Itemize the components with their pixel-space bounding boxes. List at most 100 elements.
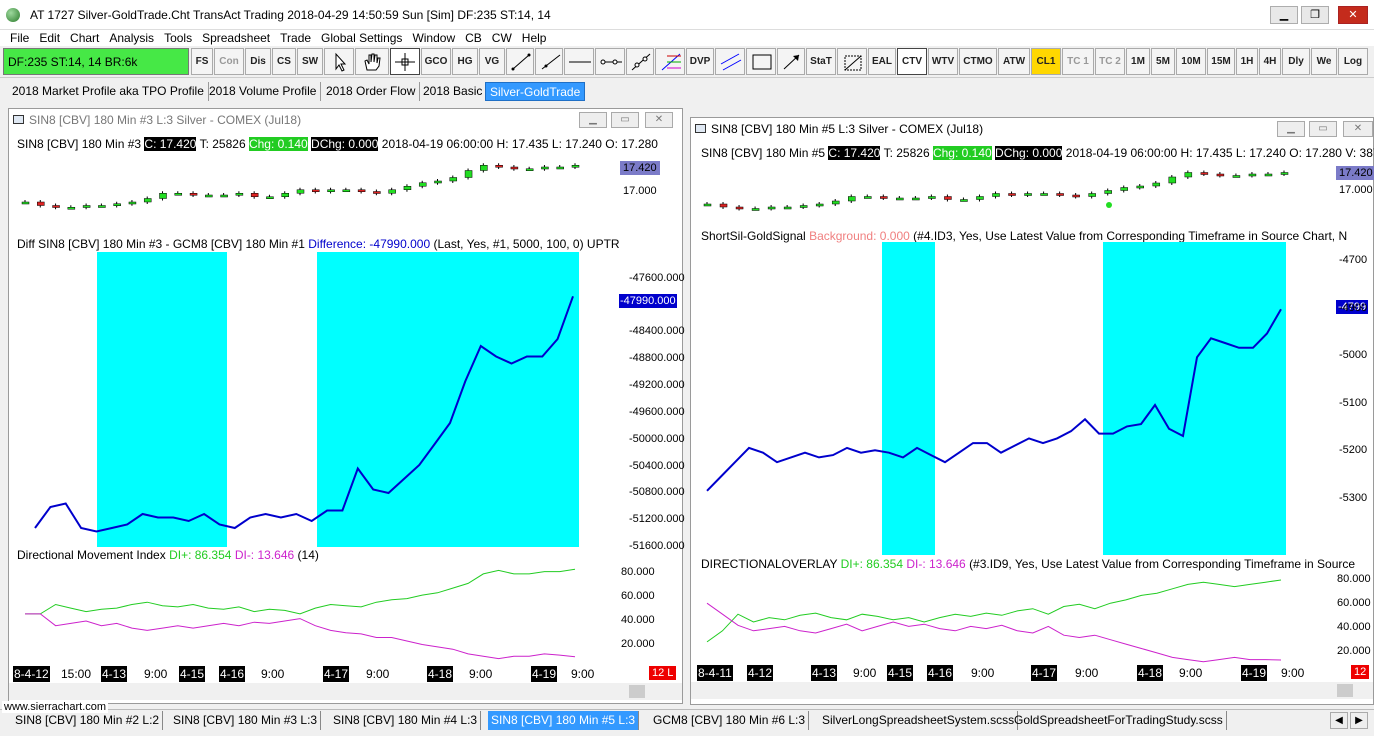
candle-body bbox=[992, 193, 1000, 197]
tool-cl1[interactable]: CL1 bbox=[1031, 48, 1061, 75]
tool-dly[interactable]: Dly bbox=[1282, 48, 1310, 75]
left-chart-window[interactable]: SIN8 [CBV] 180 Min #3 L:3 Silver - COMEX… bbox=[8, 108, 685, 704]
tool-4h[interactable]: 4H bbox=[1259, 48, 1281, 75]
menu-global-settings[interactable]: Global Settings bbox=[316, 30, 407, 46]
right-horizontal-scrollbar[interactable] bbox=[691, 682, 1373, 699]
left-chart-titlebar: SIN8 [CBV] 180 Min #3 L:3 Silver - COMEX… bbox=[9, 109, 682, 131]
right-scroll-thumb[interactable] bbox=[1337, 684, 1353, 697]
menu-chart[interactable]: Chart bbox=[65, 30, 104, 46]
menu-cb[interactable]: CB bbox=[460, 30, 487, 46]
measure-icon[interactable] bbox=[837, 48, 867, 75]
tool-dis[interactable]: Dis bbox=[245, 48, 271, 75]
tool-tc1[interactable]: TC 1 bbox=[1062, 48, 1094, 75]
tab-scroll-left-icon[interactable]: ◀ bbox=[1330, 712, 1348, 729]
arrow-icon[interactable] bbox=[777, 48, 805, 75]
fib-icon[interactable] bbox=[655, 48, 685, 75]
tab-silver-goldtrade[interactable]: Silver-GoldTrade bbox=[485, 82, 586, 101]
tool-ctmo[interactable]: CTMO bbox=[959, 48, 997, 75]
left-dmi-chart bbox=[25, 568, 576, 660]
tab-scroll-right-icon[interactable]: ▶ bbox=[1350, 712, 1368, 729]
btab-chart-6[interactable]: GCM8 [CBV] 180 Min #6 L:3 bbox=[650, 711, 810, 730]
candle-body bbox=[113, 203, 121, 206]
right-close-button[interactable]: ✕ bbox=[1343, 121, 1373, 137]
right-maximize-button[interactable]: ▭ bbox=[1309, 121, 1337, 137]
candle-body bbox=[864, 196, 872, 199]
menu-spreadsheet[interactable]: Spreadsheet bbox=[197, 30, 275, 46]
tool-1h[interactable]: 1H bbox=[1236, 48, 1258, 75]
left-chart-title: SIN8 [CBV] 180 Min #3 L:3 Silver - COMEX… bbox=[29, 113, 302, 127]
menu-analysis[interactable]: Analysis bbox=[104, 30, 159, 46]
tool-10m[interactable]: 10M bbox=[1176, 48, 1206, 75]
btab-chart-5[interactable]: SIN8 [CBV] 180 Min #5 L:3 bbox=[488, 711, 640, 730]
y-axis-tick: -5100 bbox=[1339, 396, 1368, 409]
btab-chart-4[interactable]: SIN8 [CBV] 180 Min #4 L:3 bbox=[330, 711, 482, 730]
candle-body bbox=[1104, 190, 1112, 194]
tool-fs[interactable]: FS bbox=[191, 48, 213, 75]
tab-order-flow[interactable]: 2018 Order Flow bbox=[322, 82, 421, 101]
tool-we[interactable]: We bbox=[1311, 48, 1337, 75]
btab-chart-2[interactable]: SIN8 [CBV] 180 Min #2 L:2 bbox=[12, 711, 164, 730]
status-box: DF:235 ST:14, 14 BR:6k bbox=[3, 48, 189, 75]
tool-gco[interactable]: GCO bbox=[421, 48, 451, 75]
crosshair-icon[interactable] bbox=[390, 48, 420, 75]
candle-body bbox=[815, 203, 824, 207]
tool-eal[interactable]: EAL bbox=[868, 48, 896, 75]
right-candlestick-chart bbox=[703, 170, 1289, 211]
parallel-lines-icon[interactable] bbox=[715, 48, 745, 75]
menu-edit[interactable]: Edit bbox=[34, 30, 65, 46]
horizontal-ray-icon[interactable] bbox=[595, 48, 625, 75]
hand-icon[interactable] bbox=[355, 48, 389, 75]
left-close-button[interactable]: ✕ bbox=[645, 112, 673, 128]
menu-help[interactable]: Help bbox=[517, 30, 552, 46]
tool-dvp[interactable]: DVP bbox=[686, 48, 714, 75]
minimize-button[interactable]: ▁ bbox=[1270, 6, 1298, 24]
left-difference-chart bbox=[34, 252, 579, 547]
tool-vg[interactable]: VG bbox=[479, 48, 505, 75]
tool-cs[interactable]: CS bbox=[272, 48, 296, 75]
menu-tools[interactable]: Tools bbox=[159, 30, 197, 46]
close-value: C: 17.420 bbox=[828, 146, 881, 160]
menu-cw[interactable]: CW bbox=[487, 30, 517, 46]
left-horizontal-scrollbar[interactable] bbox=[9, 683, 682, 700]
x-axis-tick: 9:00 bbox=[1281, 666, 1305, 680]
tool-log[interactable]: Log bbox=[1338, 48, 1368, 75]
left-diff-last: -47990.000 bbox=[619, 294, 677, 308]
extended-line-icon[interactable] bbox=[626, 48, 654, 75]
y-axis-tick: -48400.000 bbox=[629, 325, 685, 337]
restore-button[interactable]: ❐ bbox=[1301, 6, 1329, 24]
close-button[interactable]: ✕ bbox=[1338, 6, 1368, 24]
menu-window[interactable]: Window bbox=[407, 30, 460, 46]
line-tool-icon[interactable] bbox=[506, 48, 534, 75]
menu-trade[interactable]: Trade bbox=[275, 30, 316, 46]
left-scroll-thumb[interactable] bbox=[629, 685, 645, 698]
ray-tool-icon[interactable] bbox=[535, 48, 563, 75]
tool-1m[interactable]: 1M bbox=[1126, 48, 1150, 75]
right-minimize-button[interactable]: ▁ bbox=[1277, 121, 1305, 137]
tab-volume-profile[interactable]: 2018 Volume Profile bbox=[205, 82, 322, 101]
tab-basic[interactable]: 2018 Basic bbox=[419, 82, 488, 101]
tool-ctv[interactable]: CTV bbox=[897, 48, 927, 75]
y-axis-tick: 40.000 bbox=[621, 614, 655, 626]
pointer-icon[interactable] bbox=[324, 48, 354, 75]
menu-file[interactable]: File bbox=[0, 30, 34, 46]
tool-con[interactable]: Con bbox=[214, 48, 244, 75]
candle-body bbox=[1072, 194, 1080, 198]
candle-body bbox=[98, 205, 106, 208]
tool-atw[interactable]: ATW bbox=[998, 48, 1030, 75]
tool-wtv[interactable]: WTV bbox=[928, 48, 958, 75]
tool-5m[interactable]: 5M bbox=[1151, 48, 1175, 75]
horizontal-line-icon[interactable] bbox=[564, 48, 594, 75]
tool-sw[interactable]: SW bbox=[297, 48, 323, 75]
tool-15m[interactable]: 15M bbox=[1207, 48, 1235, 75]
tab-market-profile[interactable]: 2018 Market Profile aka TPO Profile bbox=[8, 82, 209, 101]
btab-chart-3[interactable]: SIN8 [CBV] 180 Min #3 L:3 bbox=[170, 711, 322, 730]
tool-stat[interactable]: StaT bbox=[806, 48, 836, 75]
tool-tc2[interactable]: TC 2 bbox=[1095, 48, 1125, 75]
btab-silver-spreadsheet[interactable]: SilverLongSpreadsheetSystem.scss bbox=[819, 711, 1019, 730]
right-chart-window[interactable]: SIN8 [CBV] 180 Min #5 L:3 Silver - COMEX… bbox=[690, 117, 1374, 705]
left-maximize-button[interactable]: ▭ bbox=[611, 112, 639, 128]
left-minimize-button[interactable]: ▁ bbox=[579, 112, 607, 128]
rectangle-icon[interactable] bbox=[746, 48, 776, 75]
btab-gold-spreadsheet[interactable]: GoldSpreadsheetForTradingStudy.scss bbox=[1011, 711, 1227, 730]
tool-hg[interactable]: HG bbox=[452, 48, 478, 75]
